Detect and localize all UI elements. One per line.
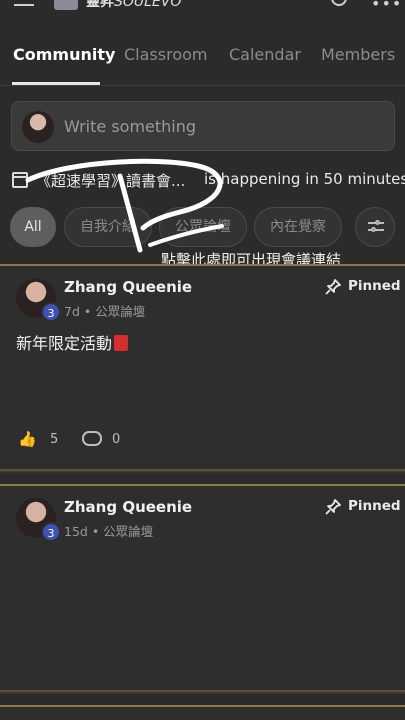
- red-envelope-icon: [114, 335, 129, 351]
- search-icon[interactable]: [331, 0, 347, 6]
- community-logo[interactable]: [54, 0, 78, 10]
- level-badge: 3: [41, 302, 61, 322]
- brand-bold: 靈昇: [86, 0, 114, 10]
- menu-icon[interactable]: [14, 0, 34, 10]
- composer-placeholder: Write something: [64, 117, 197, 136]
- card-divider: [0, 469, 405, 473]
- post-actions: 👍 5 0: [18, 430, 218, 450]
- post-card[interactable]: 3 Zhang Queenie 15d • 公眾論壇 Pinned: [0, 484, 405, 690]
- brand-italic: SOULEVO: [114, 0, 182, 10]
- filter-settings-button[interactable]: [355, 207, 395, 247]
- thumbs-up-icon[interactable]: 👍: [18, 430, 37, 448]
- active-tab-indicator: [12, 82, 100, 85]
- post-card[interactable]: 3 Zhang Queenie 7d • 公眾論壇 Pinned 新年限定活動 …: [0, 264, 405, 469]
- comment-count: 0: [112, 432, 121, 447]
- level-badge: 3: [41, 522, 61, 542]
- filter-all[interactable]: All: [10, 207, 56, 247]
- calendar-icon: [12, 172, 28, 188]
- event-status: is happening in 50 minutes: [204, 170, 405, 188]
- like-count: 5: [50, 432, 59, 447]
- post-body-text: 新年限定活動: [16, 334, 113, 353]
- category-filters: All 自我介紹 公眾論壇 內在覺察: [0, 207, 405, 249]
- avatar: [22, 111, 54, 143]
- event-title[interactable]: 《超速學習》讀書會...: [36, 170, 185, 191]
- sliders-icon: [368, 220, 384, 234]
- pin-icon: [325, 499, 341, 515]
- top-bar: 靈昇SOULEVO •••: [0, 0, 405, 14]
- post-meta: 15d • 公眾論壇: [64, 524, 154, 539]
- nav-tabs: Community Classroom Calendar Members: [0, 30, 405, 86]
- post-composer[interactable]: Write something: [11, 101, 395, 151]
- more-options-icon[interactable]: •••: [371, 0, 402, 13]
- post-author[interactable]: Zhang Queenie: [64, 498, 192, 516]
- filter-public-forum[interactable]: 公眾論壇: [159, 207, 247, 247]
- post-body: 新年限定活動: [16, 330, 129, 354]
- pin-icon: [325, 279, 341, 295]
- tab-calendar[interactable]: Calendar: [229, 45, 301, 64]
- tab-members[interactable]: Members: [321, 45, 395, 64]
- comment-icon[interactable]: [82, 431, 102, 446]
- post-author[interactable]: Zhang Queenie: [64, 278, 192, 296]
- event-banner[interactable]: 《超速學習》讀書會... is happening in 50 minutes: [10, 168, 405, 192]
- filter-inner-awareness[interactable]: 內在覺察: [254, 207, 342, 247]
- post-meta: 7d • 公眾論壇: [64, 304, 146, 319]
- community-name[interactable]: 靈昇SOULEVO: [86, 0, 181, 11]
- filter-self-intro[interactable]: 自我介紹: [64, 207, 152, 247]
- tab-community[interactable]: Community: [13, 45, 115, 64]
- card-divider: [0, 690, 405, 694]
- tab-classroom[interactable]: Classroom: [124, 45, 207, 64]
- post-card[interactable]: [0, 705, 405, 720]
